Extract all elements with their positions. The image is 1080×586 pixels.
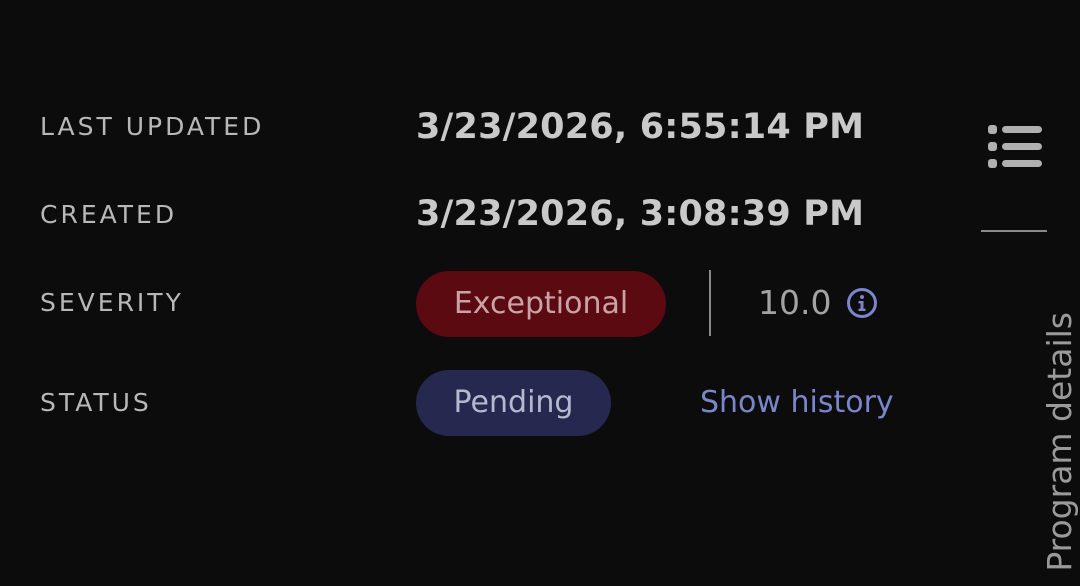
- severity-score: 10.0: [758, 283, 832, 322]
- severity-label: SEVERITY: [40, 288, 184, 317]
- list-icon[interactable]: [986, 124, 1044, 170]
- info-circle-icon[interactable]: [846, 287, 878, 319]
- status-badge: Pending: [416, 370, 611, 436]
- program-details-tab-label[interactable]: Program details: [1040, 312, 1080, 572]
- severity-divider: [709, 270, 711, 336]
- last-updated-label: LAST UPDATED: [40, 112, 265, 141]
- show-history-link[interactable]: Show history: [700, 388, 894, 418]
- created-value: 3/23/2026, 3:08:39 PM: [416, 194, 865, 234]
- status-label: STATUS: [40, 388, 152, 417]
- severity-badge: Exceptional: [416, 271, 666, 337]
- last-updated-value: 3/23/2026, 6:55:14 PM: [416, 107, 865, 147]
- side-panel-divider: [981, 230, 1047, 232]
- created-label: CREATED: [40, 200, 178, 229]
- report-details-panel: LAST UPDATED 3/23/2026, 6:55:14 PM CREAT…: [0, 0, 1080, 586]
